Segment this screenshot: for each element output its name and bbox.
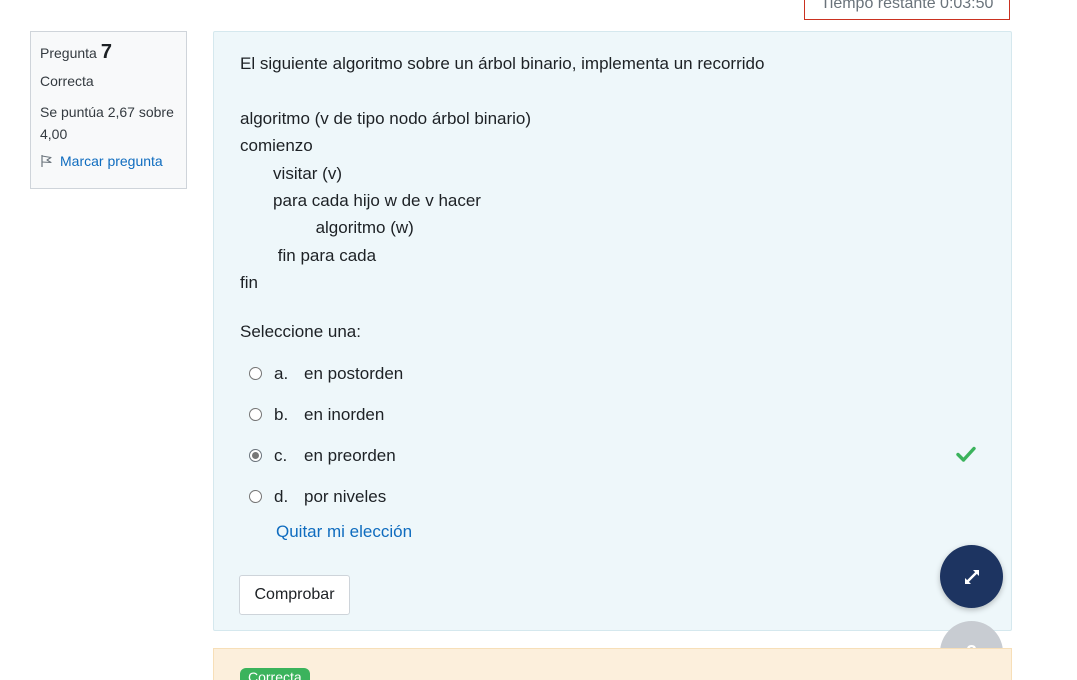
- feedback-panel: Correcta: [213, 648, 1012, 680]
- question-text-line: fin: [240, 273, 258, 293]
- option-text: por niveles: [304, 486, 387, 506]
- option-text: en inorden: [304, 404, 385, 424]
- option-letter: b.: [274, 404, 289, 424]
- question-formulation: El siguiente algoritmo sobre un árbol bi…: [213, 31, 1012, 631]
- answer-options: a. en postorden b. en inorden c. en preo…: [249, 353, 989, 517]
- question-text-line: comienzo: [240, 136, 313, 156]
- correct-check-icon: [956, 446, 976, 462]
- timer-box: Tiempo restante 0:03:50: [804, 0, 1010, 20]
- radio-button[interactable]: [249, 490, 262, 503]
- question-text-line: visitar (v): [240, 163, 342, 183]
- radio-button[interactable]: [249, 367, 262, 380]
- timer-text: Tiempo restante 0:03:50: [820, 0, 994, 12]
- expand-fab-button[interactable]: [940, 545, 1003, 608]
- option-text: en postorden: [304, 363, 404, 383]
- answer-option-c[interactable]: c. en preorden: [249, 435, 989, 476]
- option-letter: a.: [274, 363, 289, 383]
- question-text: El siguiente algoritmo sobre un árbol bi…: [240, 50, 764, 297]
- question-text-line: fin para cada: [240, 245, 377, 265]
- answer-prompt: Seleccione una:: [240, 322, 361, 341]
- question-state: Correcta: [40, 73, 94, 89]
- answer-option-b[interactable]: b. en inorden: [249, 394, 989, 435]
- check-button[interactable]: Comprobar: [239, 575, 350, 615]
- status-badge: Correcta: [240, 668, 310, 680]
- option-text: en preorden: [304, 445, 396, 465]
- option-letter: c.: [274, 445, 288, 465]
- question-text-line: algoritmo (v de tipo nodo árbol binario): [240, 108, 532, 128]
- question-text-line: para cada hijo w de v hacer: [240, 190, 481, 210]
- question-label: Pregunta: [40, 45, 97, 61]
- question-text-line: [240, 77, 764, 104]
- option-letter: d.: [274, 486, 289, 506]
- flag-question-link[interactable]: Marcar pregunta: [40, 153, 177, 169]
- answer-option-d[interactable]: d. por niveles: [249, 476, 989, 517]
- radio-button[interactable]: [249, 408, 262, 421]
- expand-icon: [964, 569, 979, 584]
- question-number: 7: [100, 41, 112, 63]
- flag-icon: [41, 155, 52, 167]
- question-grade: Se puntúa 2,67 sobre 4,00: [40, 104, 174, 142]
- question-text-line: algoritmo (w): [240, 218, 414, 238]
- radio-button-selected[interactable]: [249, 449, 262, 462]
- question-text-line: El siguiente algoritmo sobre un árbol bi…: [240, 54, 765, 73]
- flag-label: Marcar pregunta: [60, 153, 163, 169]
- answer-option-a[interactable]: a. en postorden: [249, 353, 989, 394]
- question-info-panel: Pregunta 7 Correcta Se puntúa 2,67 sobre…: [30, 31, 187, 189]
- question-number-line: Pregunta 7: [40, 41, 177, 64]
- clear-choice-link[interactable]: Quitar mi elección: [276, 522, 412, 542]
